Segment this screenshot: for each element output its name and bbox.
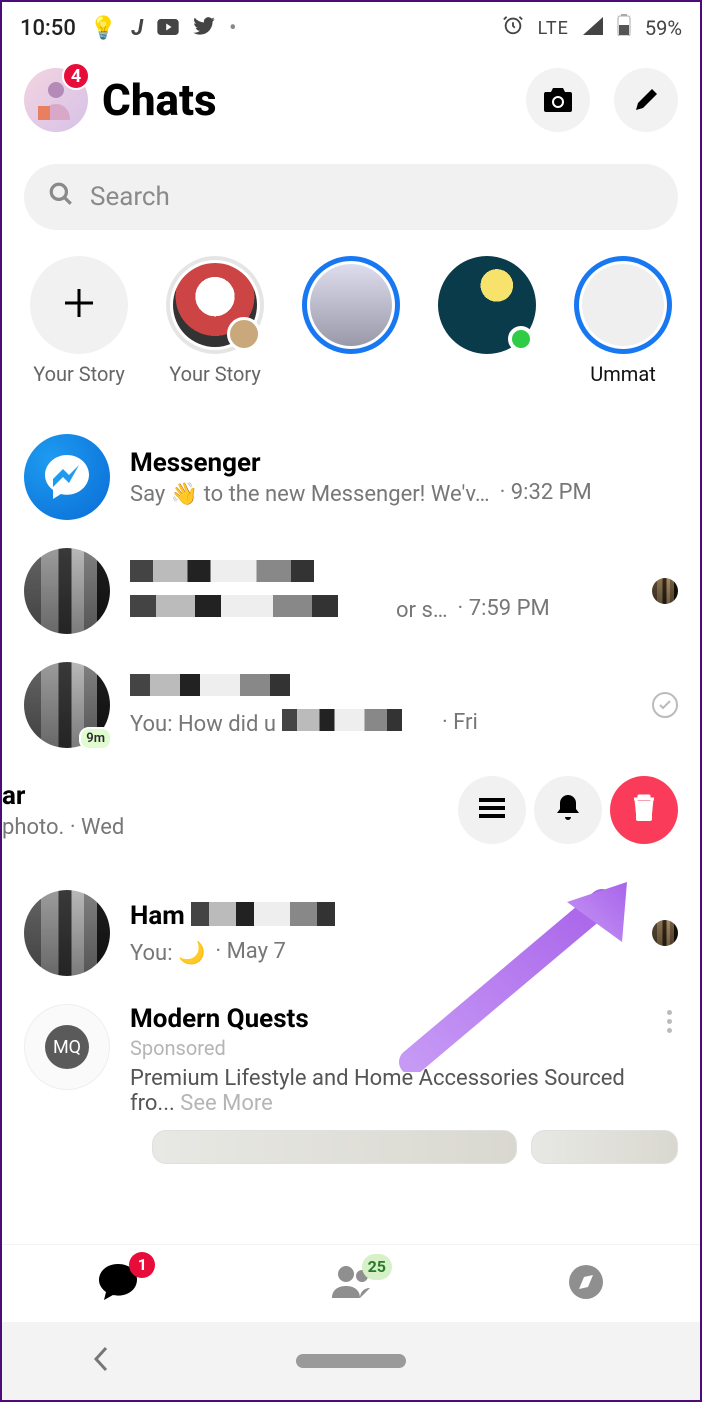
bottom-nav: 1 25 (2, 1244, 700, 1322)
compass-icon (567, 1263, 605, 1305)
sponsored-avatar: MQ (24, 1004, 110, 1090)
search-placeholder: Search (90, 182, 170, 212)
chat-name-partial: ar (2, 781, 438, 811)
story-item[interactable]: Ummat (568, 256, 678, 386)
sponsored-tag: Sponsored (130, 1036, 641, 1060)
sponsored-card[interactable] (152, 1130, 517, 1164)
chat-time: · 7:59 PM (458, 596, 550, 621)
profile-avatar[interactable]: 4 (24, 68, 88, 132)
chat-row-swiped[interactable]: ar photo. · Wed (2, 762, 700, 876)
plus-icon (61, 285, 97, 325)
nav-chats[interactable]: 1 (97, 1262, 139, 1306)
camera-button[interactable] (526, 68, 590, 132)
trash-icon (631, 793, 657, 827)
read-receipt-avatar (652, 578, 678, 604)
active-badge: 9m (79, 727, 112, 750)
more-dot-icon: • (229, 16, 236, 41)
menu-icon (477, 796, 507, 824)
sponsored-name: Modern Quests (130, 1004, 641, 1034)
status-time: 10:50 (20, 16, 76, 41)
compose-button[interactable] (614, 68, 678, 132)
chat-time: · May 7 (215, 939, 285, 964)
story-item[interactable] (296, 256, 406, 386)
signal-icon (583, 16, 603, 41)
story-label: Ummat (590, 362, 655, 386)
sent-indicator-icon (652, 692, 678, 718)
online-indicator (508, 326, 534, 352)
read-receipt-avatar (652, 920, 678, 946)
story-label: Your Story (33, 362, 125, 386)
see-more-link[interactable]: See More (180, 1091, 273, 1116)
chat-row[interactable]: or s… · 7:59 PM (2, 534, 700, 648)
chat-preview (130, 595, 390, 621)
chat-preview: Say 👋 to the new Messenger! We'v… (130, 482, 490, 507)
chat-preview (282, 709, 432, 735)
more-options-button[interactable] (661, 1004, 678, 1116)
messenger-icon (24, 434, 110, 520)
youtube-icon (157, 16, 179, 41)
bulb-icon: 💡 (90, 16, 117, 41)
system-nav-bar (2, 1322, 700, 1400)
chat-preview-prefix: You: 🌙 (130, 941, 205, 966)
nav-badge: 1 (129, 1252, 155, 1278)
bell-icon (555, 793, 581, 827)
twitter-icon (193, 16, 215, 41)
chat-name-redacted (191, 902, 371, 930)
page-title: Chats (102, 74, 502, 126)
nav-discover[interactable] (567, 1263, 605, 1305)
chat-avatar (24, 890, 110, 976)
battery-pct: 59% (645, 16, 682, 40)
back-icon[interactable] (92, 1345, 110, 1377)
add-story-button[interactable]: Your Story (24, 256, 134, 386)
chat-list: Messenger Say 👋 to the new Messenger! We… (2, 396, 700, 1164)
story-label: Your Story (169, 362, 261, 386)
chat-avatar: 9m (24, 662, 110, 748)
chat-time: · 9:32 PM (500, 480, 592, 505)
status-bar: 10:50 💡 J • LTE 59% (2, 2, 700, 50)
story-mini-avatar (227, 317, 261, 351)
chats-header: 4 Chats (2, 50, 700, 142)
home-pill[interactable] (296, 1354, 406, 1368)
search-input[interactable]: Search (24, 164, 678, 230)
chat-preview-suffix: or s… (396, 598, 448, 623)
chat-preview-prefix: photo. (2, 815, 64, 840)
chat-name (130, 674, 632, 700)
chat-row[interactable]: 9m You: How did u · Fri (2, 648, 700, 762)
chat-row[interactable]: Ham You: 🌙 · May 7 (2, 876, 700, 990)
nav-people[interactable]: 25 (330, 1264, 376, 1304)
story-item[interactable]: Your Story (160, 256, 270, 386)
chat-name: Messenger (130, 448, 678, 478)
menu-action-button[interactable] (458, 776, 526, 844)
sponsored-row[interactable]: MQ Modern Quests Sponsored Premium Lifes… (2, 990, 700, 1116)
j-icon: J (131, 16, 143, 41)
delete-action-button[interactable] (610, 776, 678, 844)
chat-row-messenger[interactable]: Messenger Say 👋 to the new Messenger! We… (2, 420, 700, 534)
chat-avatar (24, 548, 110, 634)
sponsored-logo: MQ (45, 1025, 89, 1069)
sponsored-cards[interactable] (2, 1116, 700, 1164)
network-label: LTE (538, 18, 569, 39)
battery-icon (617, 14, 631, 42)
story-item[interactable] (432, 256, 542, 386)
nav-badge: 25 (362, 1254, 392, 1280)
stories-row[interactable]: Your Story Your Story Ummat (2, 230, 700, 396)
alarm-icon (502, 14, 524, 42)
mute-action-button[interactable] (534, 776, 602, 844)
chat-name: Ham (130, 901, 185, 931)
chat-preview-prefix: You: How did u (130, 712, 276, 737)
search-icon (48, 181, 74, 214)
sponsored-description: Premium Lifestyle and Home Accessories S… (130, 1066, 641, 1116)
chat-time: · Fri (442, 710, 478, 735)
sponsored-card[interactable] (531, 1130, 678, 1164)
notification-badge: 4 (62, 62, 90, 90)
chat-name (130, 560, 632, 586)
chat-time: · Wed (70, 815, 124, 840)
